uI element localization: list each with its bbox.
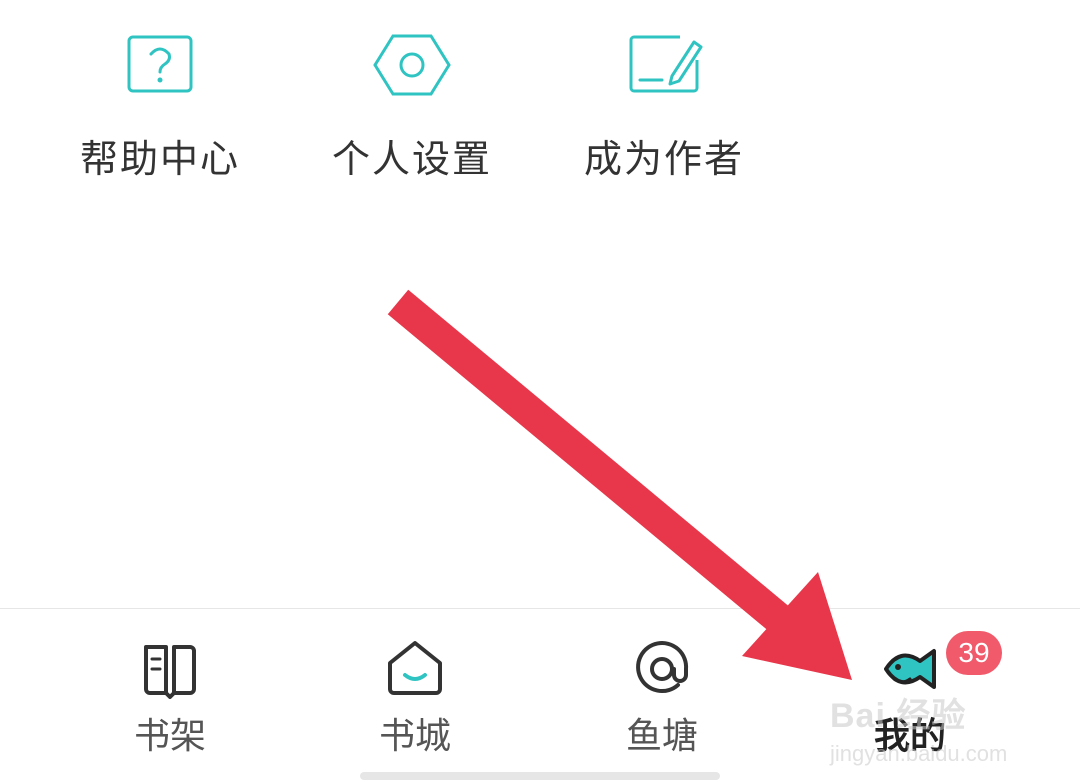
- notification-badge: 39: [946, 631, 1002, 675]
- write-author-icon: [629, 35, 703, 93]
- help-question-icon: [127, 35, 193, 93]
- help-center-label: 帮助中心: [79, 137, 240, 181]
- settings-hexagon-icon: [373, 34, 451, 96]
- tab-bookshelf[interactable]: 书架: [90, 639, 250, 759]
- personal-settings-label: 个人设置: [331, 137, 492, 181]
- baidu-jingyan-watermark: Bai 经验 jingyan.baidu.com: [830, 688, 1080, 782]
- tab-fishpond-label: 鱼塘: [625, 716, 698, 757]
- personal-settings-button[interactable]: 个人设置: [292, 30, 532, 190]
- become-author-button[interactable]: 成为作者: [544, 30, 784, 190]
- watermark-main: Bai 经验: [830, 697, 967, 735]
- quick-actions: 帮助中心 个人设置 成为作者: [0, 0, 1080, 230]
- bookstore-home-icon: [388, 641, 442, 695]
- tab-bookstore-label: 书城: [378, 716, 451, 757]
- tab-fishpond[interactable]: 鱼塘: [582, 639, 742, 759]
- home-indicator[interactable]: [360, 772, 720, 780]
- help-center-button[interactable]: 帮助中心: [40, 30, 280, 190]
- tab-bookshelf-label: 书架: [133, 716, 206, 757]
- bookshelf-icon: [144, 645, 196, 699]
- tab-bookstore[interactable]: 书城: [335, 639, 495, 759]
- become-author-label: 成为作者: [583, 137, 744, 181]
- watermark-url: jingyan.baidu.com: [830, 741, 1008, 766]
- fishpond-at-icon: [636, 641, 689, 694]
